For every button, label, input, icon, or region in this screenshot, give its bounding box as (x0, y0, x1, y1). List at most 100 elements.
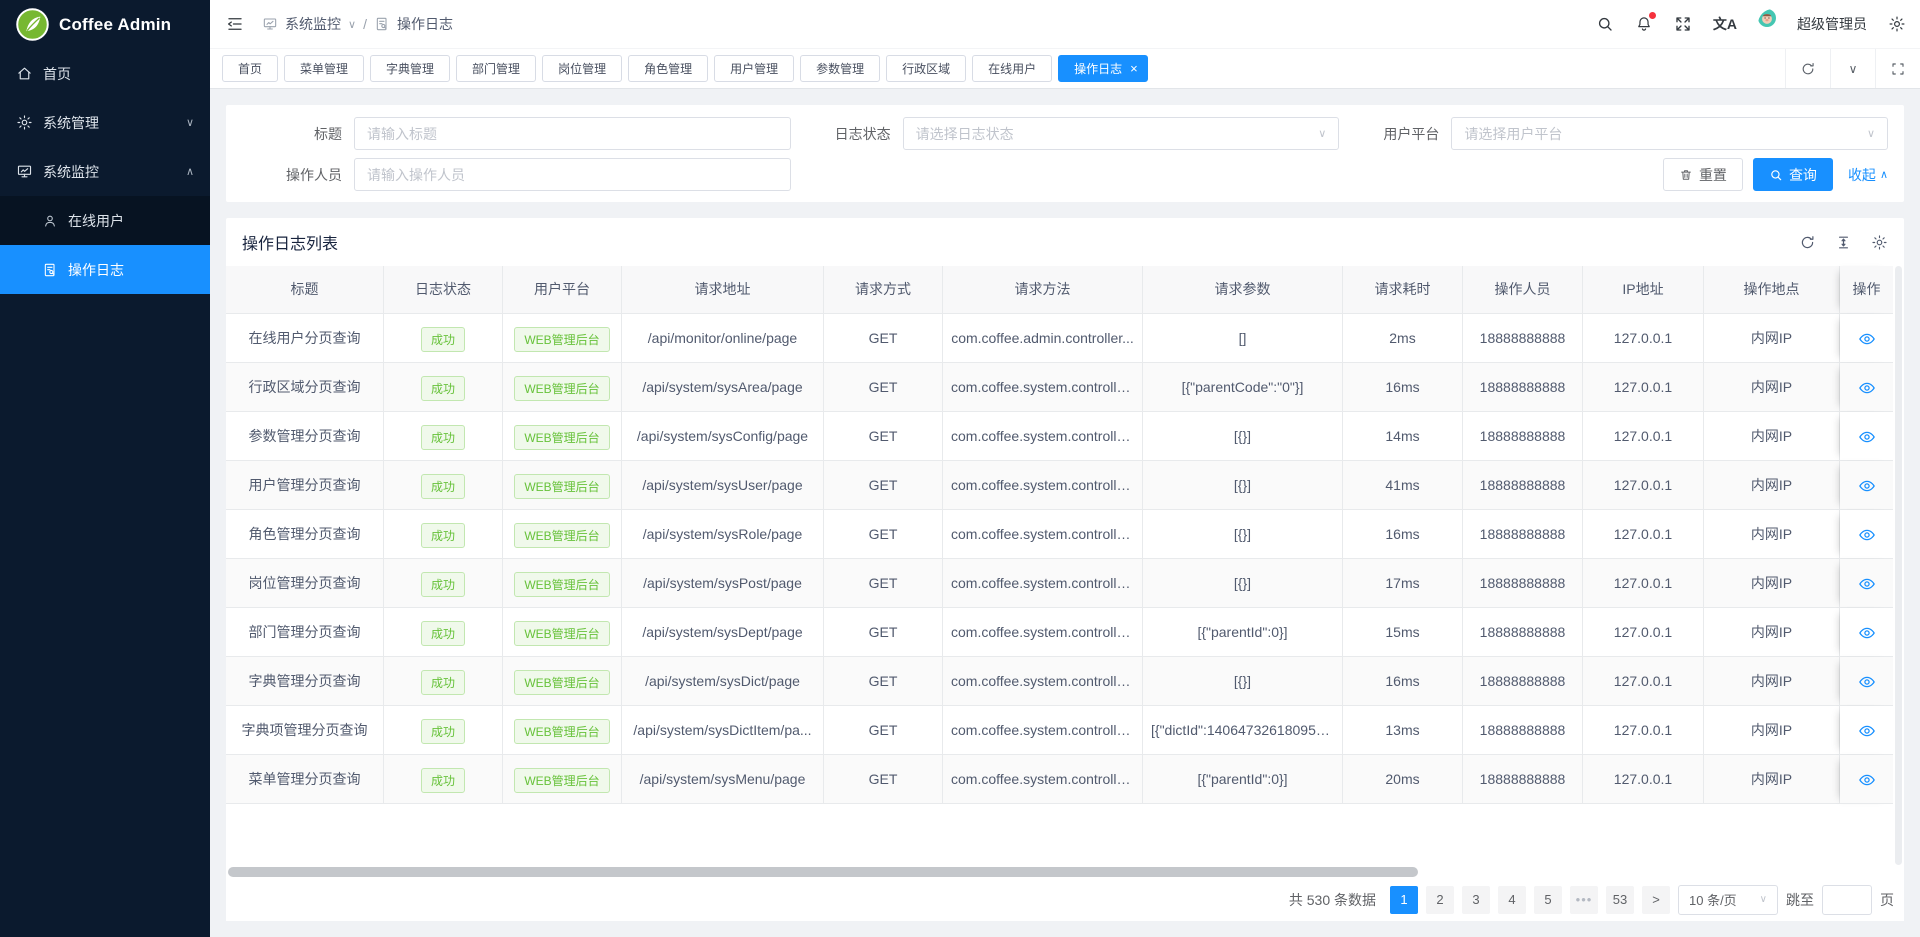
tab-item[interactable]: 行政区域 (886, 55, 966, 82)
tab-close-icon[interactable]: × (1130, 62, 1138, 75)
sidebar-item-system-management[interactable]: 系统管理 ∨ (0, 98, 210, 147)
search-label: 查询 (1789, 165, 1817, 185)
notification-bell-icon[interactable] (1635, 15, 1653, 33)
collapse-filters-link[interactable]: 收起 ∧ (1848, 165, 1888, 185)
view-detail-eye-icon[interactable] (1858, 428, 1876, 446)
search-button[interactable]: 查询 (1753, 158, 1833, 191)
page-button[interactable]: 1 (1390, 886, 1418, 914)
column-header: 用户平台 (503, 266, 622, 314)
settings-gear-icon[interactable] (1888, 15, 1906, 33)
page-button[interactable]: 4 (1498, 886, 1526, 914)
tab-label: 岗位管理 (558, 60, 606, 77)
next-page-button[interactable]: > (1642, 886, 1670, 914)
reset-label: 重置 (1699, 165, 1727, 185)
cell-status: 成功 (384, 657, 503, 706)
row-density-icon[interactable] (1835, 234, 1852, 251)
cell-method: GET (824, 706, 943, 755)
tab-actions-dropdown[interactable]: ∨ (1830, 49, 1875, 88)
cell-title: 菜单管理分页查询 (226, 755, 384, 804)
cell-action (1840, 363, 1893, 412)
tab-item[interactable]: 首页 (222, 55, 278, 82)
cell-operator: 18888888888 (1463, 363, 1583, 412)
app-logo[interactable]: Coffee Admin (0, 0, 210, 49)
view-detail-eye-icon[interactable] (1858, 673, 1876, 691)
sidebar-item-home[interactable]: 首页 (0, 49, 210, 98)
vertical-scrollbar[interactable] (1895, 266, 1902, 865)
cell-handler: com.coffee.system.controlle... (943, 706, 1143, 755)
view-detail-eye-icon[interactable] (1858, 771, 1876, 789)
log-status-select[interactable]: 请选择日志状态 ∨ (903, 117, 1340, 150)
tab-item[interactable]: 字典管理 (370, 55, 450, 82)
page-button[interactable]: 2 (1426, 886, 1454, 914)
platform-badge: WEB管理后台 (514, 474, 609, 499)
search-icon[interactable] (1596, 15, 1614, 33)
filter-status-group: 日志状态 请选择日志状态 ∨ (791, 117, 1340, 150)
maximize-content-icon[interactable] (1875, 49, 1920, 88)
monitor-icon (262, 16, 278, 32)
column-header: 日志状态 (384, 266, 503, 314)
view-detail-eye-icon[interactable] (1858, 330, 1876, 348)
column-settings-gear-icon[interactable] (1871, 234, 1888, 251)
user-icon (42, 213, 58, 229)
view-detail-eye-icon[interactable] (1858, 379, 1876, 397)
page-button[interactable]: 5 (1534, 886, 1562, 914)
view-detail-eye-icon[interactable] (1858, 477, 1876, 495)
page-button[interactable]: 3 (1462, 886, 1490, 914)
filter-panel: 标题 日志状态 请选择日志状态 ∨ 用户平台 请选择用户平台 (226, 105, 1904, 202)
tab-item[interactable]: 参数管理 (800, 55, 880, 82)
cell-title: 字典项管理分页查询 (226, 706, 384, 755)
page-button[interactable]: 53 (1606, 886, 1634, 914)
notification-badge (1649, 12, 1656, 19)
jump-page-input[interactable] (1822, 885, 1872, 915)
menu-fold-icon[interactable] (226, 15, 244, 33)
chevron-down-icon[interactable]: ∨ (348, 18, 356, 31)
breadcrumb-section[interactable]: 系统监控 (285, 14, 341, 34)
horizontal-scrollbar[interactable] (228, 867, 1418, 877)
tab-label: 部门管理 (472, 60, 520, 77)
log-table-card: 操作日志列表 标题日志状态用户平台请求地址请求方式请求方法请求参数请求耗时操作人… (226, 218, 1904, 921)
jump-to-label: 跳至 (1786, 890, 1814, 910)
cell-action (1840, 608, 1893, 657)
reset-button[interactable]: 重置 (1663, 158, 1743, 191)
tab-item[interactable]: 在线用户 (972, 55, 1052, 82)
cell-title: 在线用户分页查询 (226, 314, 384, 363)
cell-time: 16ms (1343, 363, 1463, 412)
view-detail-eye-icon[interactable] (1858, 624, 1876, 642)
refresh-tab-icon[interactable] (1785, 49, 1830, 88)
user-platform-select[interactable]: 请选择用户平台 ∨ (1451, 117, 1888, 150)
filter-actions: 重置 查询 收起 ∧ (1663, 158, 1888, 191)
cell-time: 16ms (1343, 510, 1463, 559)
translate-icon[interactable]: 文A (1713, 14, 1737, 34)
tab-item[interactable]: 角色管理 (628, 55, 708, 82)
operator-input[interactable] (354, 158, 791, 191)
tab-label: 用户管理 (730, 60, 778, 77)
tab-controls: ∨ (1785, 49, 1920, 88)
tab-item[interactable]: 操作日志× (1058, 55, 1148, 82)
cell-ip: 127.0.0.1 (1583, 314, 1704, 363)
cell-ip: 127.0.0.1 (1583, 608, 1704, 657)
log-doc-icon (42, 262, 58, 278)
cell-handler: com.coffee.system.controlle... (943, 755, 1143, 804)
title-input[interactable] (354, 117, 791, 150)
status-badge: 成功 (421, 327, 465, 352)
cell-location: 内网IP (1704, 755, 1840, 804)
tab-item[interactable]: 菜单管理 (284, 55, 364, 82)
tab-item[interactable]: 部门管理 (456, 55, 536, 82)
view-detail-eye-icon[interactable] (1858, 575, 1876, 593)
tab-item[interactable]: 用户管理 (714, 55, 794, 82)
tab-bar: 首页菜单管理字典管理 部门管理 岗位管理 角色管理 用户管理 参数管理行政区域在线用户操作… (210, 49, 1920, 89)
chevron-down-icon: ∨ (186, 116, 194, 129)
sidebar-item-label: 系统管理 (43, 113, 99, 133)
fullscreen-icon[interactable] (1674, 15, 1692, 33)
sidebar-item-system-monitor[interactable]: 系统监控 ∧ (0, 147, 210, 196)
cell-status: 成功 (384, 461, 503, 510)
refresh-icon[interactable] (1799, 234, 1816, 251)
tab-item[interactable]: 岗位管理 (542, 55, 622, 82)
user-menu[interactable]: 超级管理员 (1758, 9, 1867, 39)
status-badge: 成功 (421, 670, 465, 695)
sidebar-item-online-users[interactable]: 在线用户 (0, 196, 210, 245)
view-detail-eye-icon[interactable] (1858, 526, 1876, 544)
page-size-select[interactable]: 10 条/页 ∨ (1678, 885, 1778, 915)
sidebar-item-operation-log[interactable]: 操作日志 (0, 245, 210, 294)
view-detail-eye-icon[interactable] (1858, 722, 1876, 740)
